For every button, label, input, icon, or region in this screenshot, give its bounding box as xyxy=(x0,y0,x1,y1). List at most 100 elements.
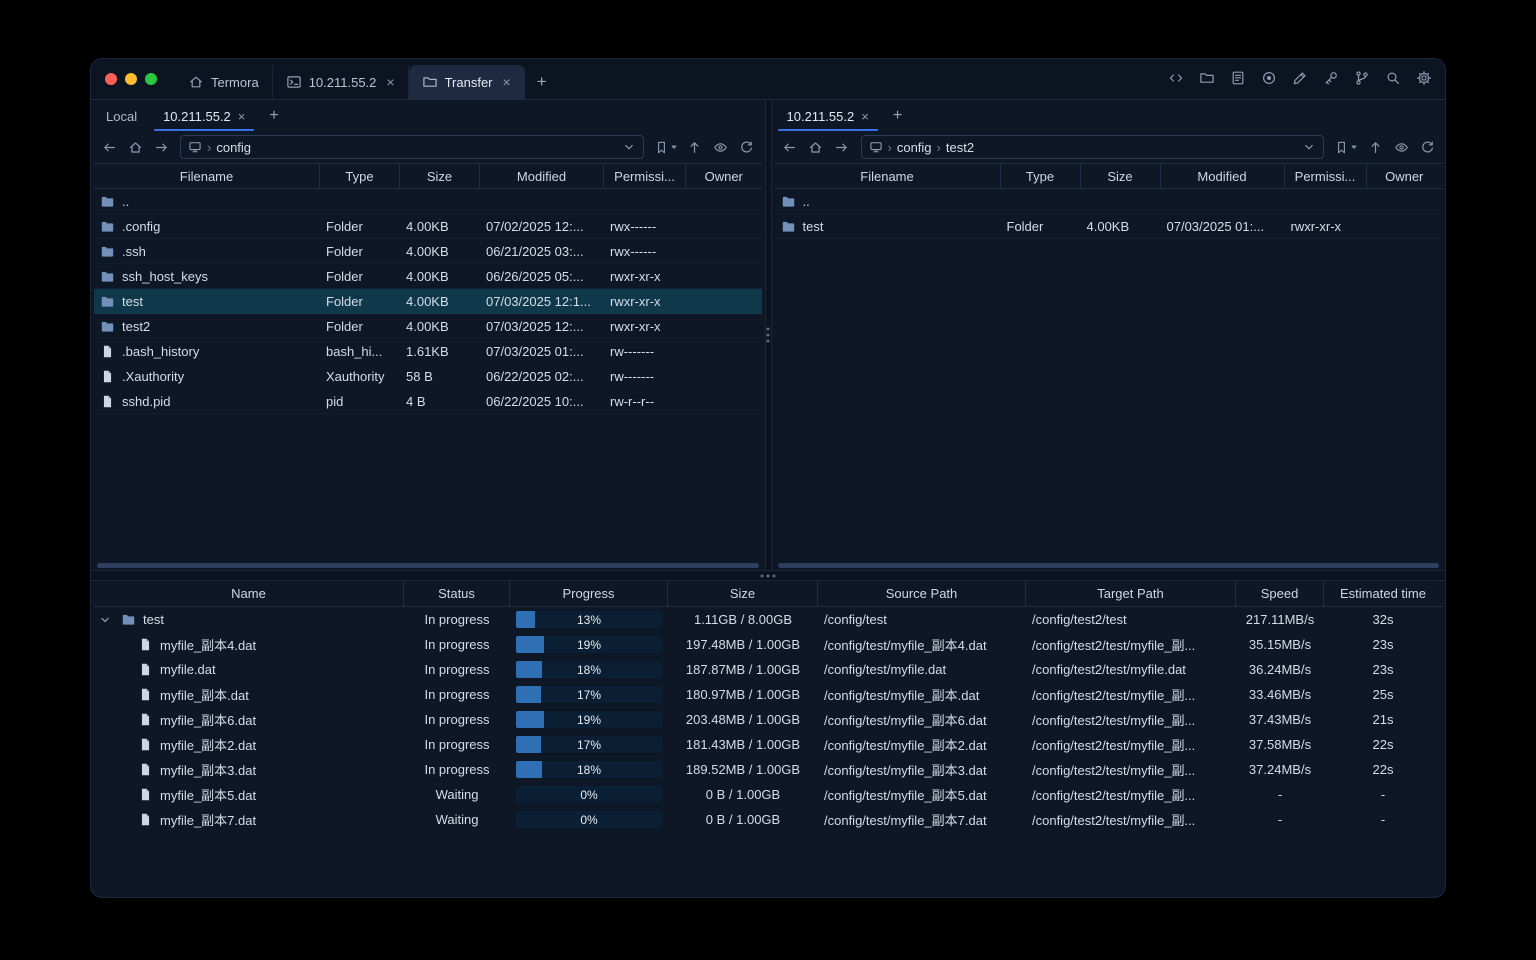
transfer-row[interactable]: myfile.dat In progress 18% 187.87MB / 1.00G… xyxy=(94,657,1442,682)
refresh-button[interactable] xyxy=(1415,135,1439,159)
transfer-row[interactable]: myfile_副本.dat In progress 17% 180.97MB / 1.… xyxy=(94,682,1442,707)
column-header[interactable]: Filename xyxy=(775,164,1001,188)
file-row[interactable]: .ssh Folder 4.00KB 06/21/2025 03:... rwx----… xyxy=(94,239,762,264)
panel-tab-local[interactable]: Local xyxy=(93,100,150,132)
column-header[interactable]: Target Path xyxy=(1026,581,1236,606)
forward-button[interactable] xyxy=(830,135,854,159)
up-directory-button[interactable] xyxy=(1363,135,1387,159)
record-icon[interactable] xyxy=(1258,67,1280,89)
key-icon[interactable] xyxy=(1320,67,1342,89)
estimated-time-cell: 23s xyxy=(1372,662,1394,677)
column-header[interactable]: Owner xyxy=(686,164,762,188)
back-button[interactable] xyxy=(778,135,802,159)
log-icon[interactable] xyxy=(1227,67,1249,89)
close-window-button[interactable] xyxy=(105,73,117,85)
scrollbar-thumb[interactable] xyxy=(777,563,1439,568)
file-row[interactable]: .config Folder 4.00KB 07/02/2025 12:... rwx-… xyxy=(94,214,762,239)
file-row[interactable]: sshd.pid pid 4 B 06/22/2025 10:... rw-r--r-- xyxy=(94,389,762,414)
back-button[interactable] xyxy=(97,135,121,159)
breadcrumb-segment[interactable]: config xyxy=(897,140,932,155)
transfer-row[interactable]: myfile_副本3.dat In progress 18% 189.52MB / 1… xyxy=(94,757,1442,782)
column-header[interactable]: Source Path xyxy=(818,581,1026,606)
file-row[interactable]: test2 Folder 4.00KB 07/03/2025 12:... rwxr-x… xyxy=(94,314,762,339)
branch-icon[interactable] xyxy=(1351,67,1373,89)
refresh-button[interactable] xyxy=(735,135,759,159)
transfer-row[interactable]: myfile_副本7.dat Waiting 0% 0 B / 1.00GB/conf… xyxy=(94,807,1442,832)
zoom-window-button[interactable] xyxy=(145,73,157,85)
file-row[interactable]: test Folder 4.00KB 07/03/2025 12:1... rwxr-x… xyxy=(94,289,762,314)
horizontal-scrollbar[interactable] xyxy=(775,561,1443,570)
column-header[interactable]: Size xyxy=(1081,164,1161,188)
folder-icon[interactable] xyxy=(1196,67,1218,89)
search-icon[interactable] xyxy=(1382,67,1404,89)
tab-host-10-211-55-2[interactable]: 10.211.55.2 × xyxy=(273,65,409,99)
file-row[interactable]: test Folder 4.00KB 07/03/2025 01:... rwxr-xr… xyxy=(774,214,1442,239)
tab-termora[interactable]: Termora xyxy=(175,65,273,99)
tab-transfer[interactable]: Transfer × xyxy=(408,65,525,99)
transfer-row[interactable]: myfile_副本5.dat Waiting 0% 0 B / 1.00GB/conf… xyxy=(94,782,1442,807)
forward-button[interactable] xyxy=(149,135,173,159)
show-hidden-button[interactable] xyxy=(709,135,733,159)
column-header[interactable]: Permissi... xyxy=(604,164,686,188)
path-field[interactable]: › config › test2 xyxy=(860,135,1324,159)
home-button[interactable] xyxy=(123,135,147,159)
settings-icon[interactable] xyxy=(1413,67,1435,89)
column-header[interactable]: Status xyxy=(404,581,510,606)
column-header[interactable]: Estimated time xyxy=(1324,581,1442,606)
transfer-row[interactable]: myfile_副本2.dat In progress 17% 181.43MB / 1… xyxy=(94,732,1442,757)
column-header[interactable]: Owner xyxy=(1367,164,1443,188)
column-header[interactable]: Speed xyxy=(1236,581,1324,606)
minimize-window-button[interactable] xyxy=(125,73,137,85)
column-header[interactable]: Size xyxy=(668,581,818,606)
breadcrumb-segment[interactable]: config xyxy=(216,140,251,155)
status-cell: In progress xyxy=(424,687,490,702)
up-directory-button[interactable] xyxy=(683,135,707,159)
code-icon[interactable] xyxy=(1165,67,1187,89)
show-hidden-button[interactable] xyxy=(1389,135,1413,159)
panel-new-tab-button[interactable]: + xyxy=(258,100,289,132)
chevron-down-icon[interactable] xyxy=(1302,140,1316,154)
path-field[interactable]: › config xyxy=(180,135,644,159)
column-header[interactable]: Size xyxy=(400,164,480,188)
scrollbar-thumb[interactable] xyxy=(97,563,759,568)
file-row[interactable]: .bash_history bash_hi... 1.61KB 07/03/2025 … xyxy=(94,339,762,364)
bookmark-button[interactable] xyxy=(651,135,681,159)
transfer-table-body: test In progress 13% 1.11GB / 8.00GB/config… xyxy=(94,607,1442,897)
close-tab-icon[interactable]: × xyxy=(503,75,511,89)
file-icon xyxy=(138,637,153,652)
highlighter-icon[interactable] xyxy=(1289,67,1311,89)
close-tab-icon[interactable]: × xyxy=(861,110,869,123)
column-header[interactable]: Permissi... xyxy=(1285,164,1367,188)
column-header[interactable]: Modified xyxy=(1161,164,1285,188)
chevron-down-icon[interactable] xyxy=(622,140,636,154)
transfer-row[interactable]: test In progress 13% 1.11GB / 8.00GB/config… xyxy=(94,607,1442,632)
column-header[interactable]: Modified xyxy=(480,164,604,188)
column-header[interactable]: Name xyxy=(94,581,404,606)
file-row[interactable]: .. xyxy=(94,189,762,214)
chevron-down-icon[interactable] xyxy=(98,613,112,627)
new-tab-button[interactable]: + xyxy=(525,65,559,99)
breadcrumb-segment[interactable]: test2 xyxy=(946,140,974,155)
panel-tab-remote[interactable]: 10.211.55.2 × xyxy=(150,100,258,132)
close-tab-icon[interactable]: × xyxy=(238,110,246,123)
transfer-row[interactable]: myfile_副本6.dat In progress 19% 203.48MB / 1… xyxy=(94,707,1442,732)
progress-label: 19% xyxy=(576,637,602,652)
close-tab-icon[interactable]: × xyxy=(386,75,394,89)
vertical-splitter[interactable] xyxy=(764,100,772,570)
column-header[interactable]: Type xyxy=(320,164,400,188)
column-header[interactable]: Filename xyxy=(94,164,320,188)
column-header[interactable]: Type xyxy=(1001,164,1081,188)
progress-bar: 17% xyxy=(516,686,662,703)
horizontal-splitter[interactable] xyxy=(91,570,1445,581)
bookmark-button[interactable] xyxy=(1331,135,1361,159)
horizontal-scrollbar[interactable] xyxy=(94,561,762,570)
panel-tab-remote[interactable]: 10.211.55.2 × xyxy=(774,100,882,132)
file-row[interactable]: .Xauthority Xauthority 58 B 06/22/2025 02:.… xyxy=(94,364,762,389)
file-icon xyxy=(100,344,115,359)
transfer-row[interactable]: myfile_副本4.dat In progress 19% 197.48MB / 1… xyxy=(94,632,1442,657)
column-header[interactable]: Progress xyxy=(510,581,668,606)
home-button[interactable] xyxy=(804,135,828,159)
panel-new-tab-button[interactable]: + xyxy=(882,100,913,132)
file-row[interactable]: .. xyxy=(774,189,1442,214)
file-row[interactable]: ssh_host_keys Folder 4.00KB 06/26/2025 05:.… xyxy=(94,264,762,289)
